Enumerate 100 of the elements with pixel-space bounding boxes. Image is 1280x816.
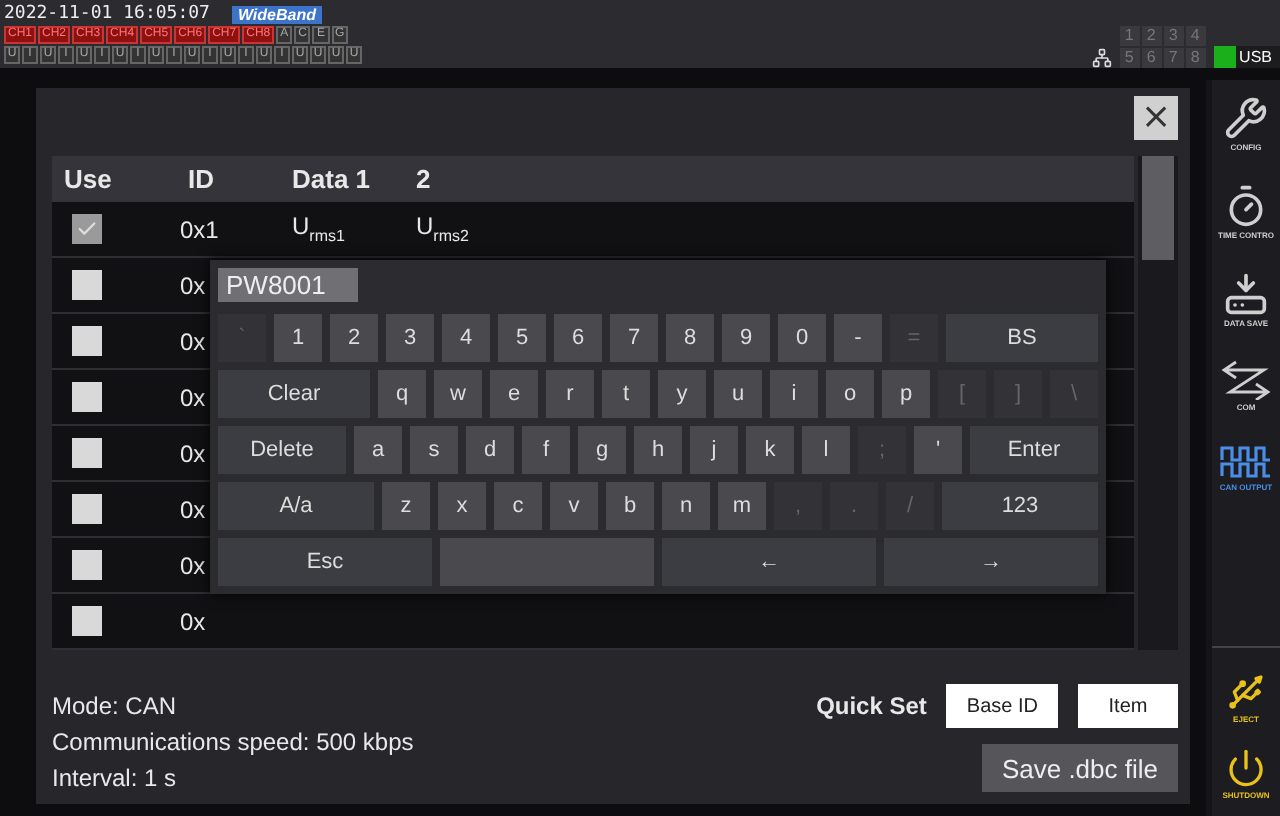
network-icon [1091,48,1112,68]
key[interactable]: → [884,538,1098,586]
port-indicator: 3 [1163,26,1184,46]
key[interactable]: 123 [942,482,1098,530]
key[interactable]: x [438,482,486,530]
table-row[interactable]: 0x [52,594,1134,650]
quick-set-button[interactable]: Base ID [946,684,1058,728]
table-cell-text: 0x [178,607,206,635]
key[interactable]: 3 [386,314,434,362]
key[interactable]: Enter [970,426,1098,474]
key[interactable]: t [602,370,650,418]
key[interactable]: 6 [554,314,602,362]
key[interactable]: A/a [218,482,374,530]
table-cell-text: 0x1 [178,215,219,243]
key[interactable]: l [802,426,850,474]
key[interactable]: 7 [610,314,658,362]
key[interactable]: m [718,482,766,530]
info-text: Communications speed: 500 kbps [52,728,414,756]
key[interactable]: s [410,426,458,474]
key[interactable]: g [578,426,626,474]
timer-icon [1224,184,1268,228]
column-header: Data 1 [290,164,371,194]
power-icon [1226,748,1266,788]
column-header: ID [186,164,214,194]
key[interactable]: u [714,370,762,418]
key[interactable]: - [834,314,882,362]
key[interactable]: z [382,482,430,530]
scroll-thumb[interactable] [1142,156,1174,260]
table-cell-text: 0x [178,551,206,579]
key[interactable]: h [634,426,682,474]
key[interactable]: f [522,426,570,474]
key[interactable]: Delete [218,426,346,474]
key[interactable]: r [546,370,594,418]
key[interactable]: 5 [498,314,546,362]
table-cell-text: 0x [178,327,206,355]
port-indicator: 7 [1163,48,1184,68]
close-button[interactable]: × [1134,96,1178,140]
key[interactable]: c [494,482,542,530]
scrollbar[interactable] [1138,156,1178,650]
port-indicator: 8 [1185,48,1206,68]
key[interactable]: p [882,370,930,418]
square-wave-icon [1220,444,1272,480]
checkbox[interactable] [72,606,102,636]
table-cell-text: 0x [178,439,206,467]
key[interactable]: i [770,370,818,418]
table-cell-text: U$_{rms2}$ [414,212,469,246]
key[interactable]: 1 [274,314,322,362]
input-field[interactable]: PW8001 [218,268,358,302]
usb-label: USB [1239,48,1272,66]
key[interactable]: Esc [218,538,432,586]
key[interactable]: a [354,426,402,474]
table-cell-text: U$_{rms1}$ [290,212,345,246]
key[interactable]: y [658,370,706,418]
usb-icon [1226,672,1266,712]
wrench-icon [1224,96,1268,140]
checkbox[interactable] [72,494,102,524]
table-cell-text: 0x [178,495,206,523]
port-indicator: 4 [1185,26,1206,46]
port-indicator: 1 [1119,26,1140,46]
key[interactable]: b [606,482,654,530]
drive-download-icon [1224,272,1268,316]
key[interactable]: q [378,370,426,418]
key[interactable]: ← [662,538,876,586]
key[interactable]: 9 [722,314,770,362]
key[interactable]: n [662,482,710,530]
checkbox[interactable] [72,270,102,300]
arrows-icon [1220,360,1272,400]
port-indicator: 2 [1141,26,1162,46]
space-key[interactable] [440,538,654,586]
checkbox[interactable] [72,438,102,468]
check-icon [76,218,98,240]
key[interactable]: Clear [218,370,370,418]
key[interactable]: d [466,426,514,474]
info-text: Interval: 1 s [52,764,179,792]
checkbox[interactable] [72,550,102,580]
key[interactable]: 4 [442,314,490,362]
port-indicator: 6 [1141,48,1162,68]
mode-badge: WideBand [231,5,322,23]
checkbox[interactable] [72,382,102,412]
key[interactable]: w [434,370,482,418]
save-button[interactable]: Save .dbc file [981,744,1178,792]
column-header: Use [62,164,112,194]
key[interactable]: 2 [330,314,378,362]
key[interactable]: o [826,370,874,418]
key[interactable]: 8 [666,314,714,362]
quick-set-label: Quick Set [816,692,927,720]
key[interactable]: k [746,426,794,474]
key[interactable]: BS [946,314,1098,362]
key[interactable]: v [550,482,598,530]
table-cell-text: 0x [178,383,206,411]
quick-set-button[interactable]: Item [1078,684,1178,728]
key[interactable]: ' [914,426,962,474]
column-header: 2 [414,164,431,194]
table-cell-text: 0x [178,271,206,299]
key[interactable]: 0 [778,314,826,362]
info-text: Mode: CAN [52,692,179,720]
checkbox[interactable] [72,326,102,356]
port-indicator: 5 [1119,48,1140,68]
key[interactable]: e [490,370,538,418]
key[interactable]: j [690,426,738,474]
